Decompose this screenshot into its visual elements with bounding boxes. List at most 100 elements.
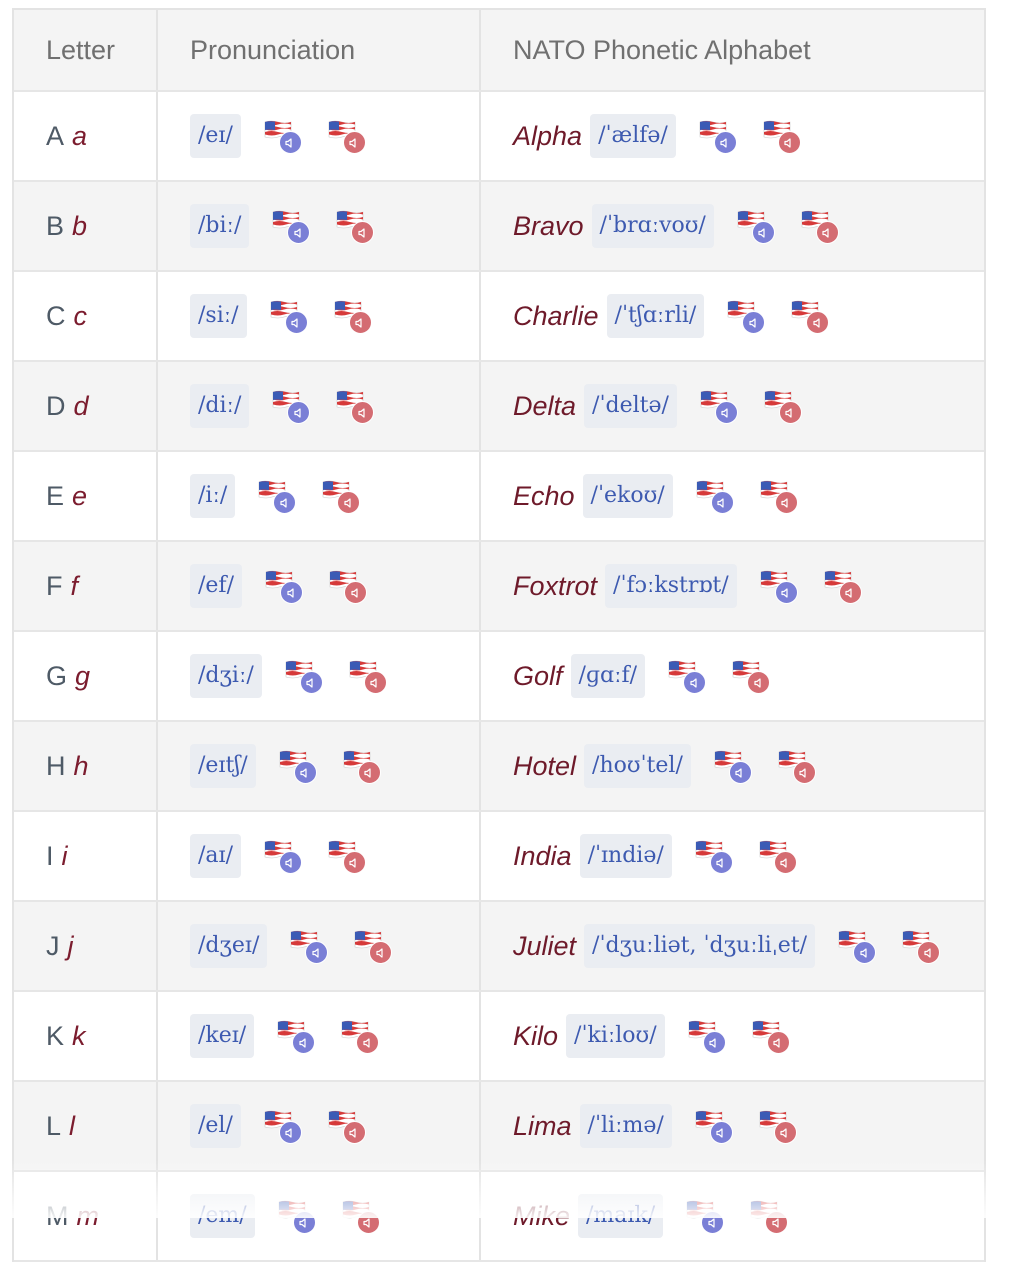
play-us-button[interactable] xyxy=(762,119,804,154)
play-us-button[interactable] xyxy=(348,659,390,694)
play-uk-button[interactable] xyxy=(685,1199,727,1234)
play-us-button[interactable] xyxy=(321,479,363,514)
speaker-badge-uk xyxy=(284,311,308,334)
table-row: Kk/keɪ/Kilo/ˈkiːloʊ/ xyxy=(14,992,984,1082)
play-uk-button[interactable] xyxy=(726,299,768,334)
speaker-badge-uk xyxy=(305,941,329,964)
play-us-button[interactable] xyxy=(749,1199,791,1234)
speaker-badge-us xyxy=(778,401,802,424)
letter-ipa: /el/ xyxy=(190,1104,241,1148)
speaker-badge-us xyxy=(806,311,830,334)
nato-ipa: /ˈbrɑːvoʊ/ xyxy=(591,204,714,248)
play-uk-button[interactable] xyxy=(687,1019,729,1054)
speaker-badge-uk xyxy=(299,671,323,694)
play-uk-button[interactable] xyxy=(736,209,778,244)
play-uk-button[interactable] xyxy=(263,119,305,154)
play-uk-button[interactable] xyxy=(837,929,879,964)
letter-cell: Jj xyxy=(14,902,158,990)
play-us-button[interactable] xyxy=(731,659,773,694)
speaker-icon xyxy=(749,317,756,328)
play-uk-button[interactable] xyxy=(667,659,709,694)
table-row: Aa/eɪ/Alpha/ˈælfə/ xyxy=(14,92,984,182)
play-uk-button[interactable] xyxy=(289,929,331,964)
header-nato: NATO Phonetic Alphabet xyxy=(513,34,811,65)
play-uk-button[interactable] xyxy=(278,749,320,784)
play-us-button[interactable] xyxy=(327,119,369,154)
letter-cell: Ee xyxy=(14,452,158,540)
nato-word: Juliet xyxy=(513,930,577,961)
play-us-button[interactable] xyxy=(327,839,369,874)
speaker-badge-uk xyxy=(273,491,297,514)
play-us-button[interactable] xyxy=(340,1019,382,1054)
play-us-button[interactable] xyxy=(353,929,395,964)
speaker-badge-us xyxy=(792,761,816,784)
play-uk-button[interactable] xyxy=(699,389,741,424)
speaker-badge-uk xyxy=(751,221,775,244)
letter-lower: a xyxy=(72,120,88,151)
play-us-button[interactable] xyxy=(341,1199,383,1234)
play-us-button[interactable] xyxy=(751,1019,793,1054)
table-row: Gg/dʒiː/Golf/ɡɑːf/ xyxy=(14,632,984,722)
speaker-icon xyxy=(285,137,292,148)
speaker-badge-uk xyxy=(701,1211,725,1234)
play-uk-button[interactable] xyxy=(284,659,326,694)
letter-lower: l xyxy=(69,1110,76,1141)
play-uk-button[interactable] xyxy=(264,569,306,604)
speaker-badge-us xyxy=(777,131,801,154)
play-uk-button[interactable] xyxy=(695,479,737,514)
play-uk-button[interactable] xyxy=(271,389,313,424)
play-us-button[interactable] xyxy=(790,299,832,334)
letter-lower: g xyxy=(75,660,91,691)
play-us-button[interactable] xyxy=(327,1109,369,1144)
letter-cell: Dd xyxy=(14,362,158,450)
letter-upper: I xyxy=(46,840,54,871)
play-us-button[interactable] xyxy=(777,749,819,784)
pronunciation-cell: /dʒeɪ/ xyxy=(158,902,481,990)
letter-ipa: /siː/ xyxy=(190,294,247,338)
play-us-button[interactable] xyxy=(800,209,842,244)
speaker-badge-us xyxy=(815,221,839,244)
letter-upper: L xyxy=(46,1110,62,1141)
speaker-icon xyxy=(813,317,820,328)
play-uk-button[interactable] xyxy=(269,299,311,334)
play-us-button[interactable] xyxy=(758,839,800,874)
speaker-icon xyxy=(370,677,377,688)
speaker-badge-us xyxy=(356,1211,380,1234)
letter-ipa: /diː/ xyxy=(190,384,250,428)
play-us-button[interactable] xyxy=(901,929,943,964)
play-uk-button[interactable] xyxy=(759,569,801,604)
letter-upper: J xyxy=(46,930,60,961)
speaker-badge-uk xyxy=(709,1121,733,1144)
letter-ipa: /dʒiː/ xyxy=(190,654,262,698)
play-uk-button[interactable] xyxy=(257,479,299,514)
play-uk-button[interactable] xyxy=(713,749,755,784)
play-us-button[interactable] xyxy=(333,299,375,334)
play-us-button[interactable] xyxy=(823,569,865,604)
play-us-button[interactable] xyxy=(328,569,370,604)
play-us-button[interactable] xyxy=(763,389,805,424)
speaker-icon xyxy=(784,137,791,148)
letter-cell: Kk xyxy=(14,992,158,1080)
play-uk-button[interactable] xyxy=(694,839,736,874)
play-uk-button[interactable] xyxy=(263,839,305,874)
play-uk-button[interactable] xyxy=(694,1109,736,1144)
play-uk-button[interactable] xyxy=(271,209,313,244)
nato-word: Delta xyxy=(513,390,577,421)
speaker-icon xyxy=(294,227,301,238)
letter-cell: Ff xyxy=(14,542,158,630)
play-uk-button[interactable] xyxy=(277,1199,319,1234)
table-row: Jj/dʒeɪ/Juliet/ˈdʒuːliət, ˈdʒuːliˌet/ xyxy=(14,902,984,992)
letter-upper: K xyxy=(46,1020,65,1051)
speaker-icon xyxy=(859,947,867,958)
play-uk-button[interactable] xyxy=(276,1019,318,1054)
play-uk-button[interactable] xyxy=(698,119,740,154)
play-us-button[interactable] xyxy=(759,479,801,514)
play-us-button[interactable] xyxy=(335,209,377,244)
play-us-button[interactable] xyxy=(342,749,384,784)
speaker-badge-uk xyxy=(278,1121,302,1144)
nato-cell: India/ˈɪndiə/ xyxy=(481,812,984,900)
play-uk-button[interactable] xyxy=(263,1109,305,1144)
speaker-badge-uk xyxy=(287,221,311,244)
play-us-button[interactable] xyxy=(758,1109,800,1144)
play-us-button[interactable] xyxy=(335,389,377,424)
